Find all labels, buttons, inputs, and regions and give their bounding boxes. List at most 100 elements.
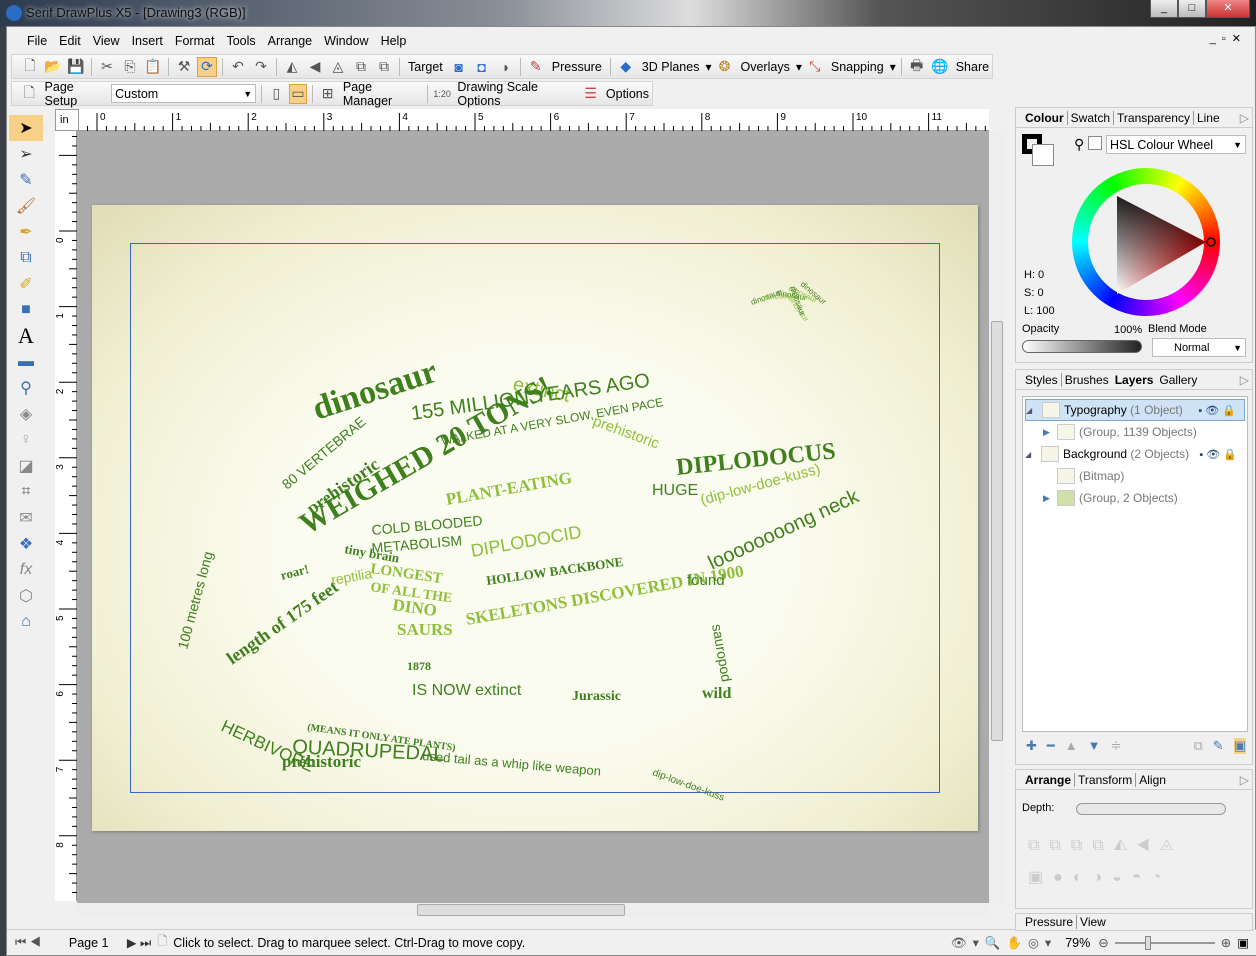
tab-view[interactable]: View	[1077, 915, 1109, 929]
tab-layers[interactable]: Layers	[1112, 373, 1157, 387]
transparency-tool-icon[interactable]: ♀	[9, 427, 43, 453]
horizontal-scroll-thumb[interactable]	[417, 904, 625, 916]
brush-tool-icon[interactable]: 🖌	[9, 193, 43, 219]
fill-colour-swatch[interactable]	[1032, 144, 1054, 166]
send-back-icon[interactable]: ⧉	[374, 57, 394, 77]
colour-mode-select[interactable]: HSL Colour Wheel ▼	[1106, 135, 1246, 154]
edit-layer-icon[interactable]: ✎	[1213, 738, 1224, 754]
crop-tool-icon[interactable]: ⌗	[9, 479, 43, 505]
zoom-slider[interactable]	[1114, 935, 1215, 950]
page-manager-button[interactable]: Page Manager	[340, 80, 422, 108]
delete-layer-icon[interactable]: ━	[1047, 738, 1055, 754]
move-down-icon[interactable]: ▼	[1088, 738, 1101, 754]
menu-edit[interactable]: Edit	[53, 30, 87, 52]
page-size-select[interactable]: Custom ▼	[111, 84, 257, 103]
panel-menu-icon[interactable]: ▷	[1237, 111, 1252, 125]
tab-pressure[interactable]: Pressure	[1022, 915, 1078, 929]
move-up-icon[interactable]: ▲	[1065, 738, 1078, 754]
next-page-icon[interactable]: ▶ ⏭	[121, 935, 157, 951]
redo-icon[interactable]: ↷	[251, 57, 271, 77]
blend-mode-select[interactable]: Normal ▼	[1152, 338, 1246, 357]
menu-help[interactable]: Help	[375, 30, 413, 52]
menu-insert[interactable]: Insert	[126, 30, 169, 52]
vertical-scrollbar[interactable]	[989, 131, 1005, 903]
pen-tool-icon[interactable]: ✒	[9, 219, 43, 245]
pressure-icon[interactable]: ✎	[526, 57, 546, 77]
menu-tools[interactable]: Tools	[220, 30, 261, 52]
edit-all-layers-icon[interactable]: ▣	[1233, 738, 1246, 754]
layer-background[interactable]: ◢ Background (2 Objects) ▪ 👁 🔒	[1025, 443, 1245, 465]
menu-format[interactable]: Format	[169, 30, 221, 52]
page[interactable]: dinosaur extinct prehistoric 155 MILLION YE…	[92, 205, 978, 831]
flip-horizontal-icon[interactable]: ◀	[305, 57, 325, 77]
menu-file[interactable]: File	[21, 30, 53, 52]
page-manager-icon[interactable]: ⊞	[318, 84, 337, 104]
depth-slider[interactable]	[1076, 803, 1226, 815]
tab-brushes[interactable]: Brushes	[1062, 373, 1112, 387]
paste-icon[interactable]: 📋	[143, 57, 163, 77]
snapping-icon[interactable]: ⤡	[805, 57, 825, 77]
3d-planes-button[interactable]: 3D Planes	[639, 60, 703, 74]
print-icon[interactable]: 🖶	[907, 57, 927, 77]
share-button[interactable]: Share	[953, 60, 992, 74]
vertical-scroll-thumb[interactable]	[991, 321, 1003, 741]
3d-tool-icon[interactable]: ⬡	[9, 583, 43, 609]
layer-typography[interactable]: ◢ Typography (1 Object) ▪ 👁 🔒	[1025, 399, 1245, 421]
target-add-icon[interactable]: ◙	[449, 57, 469, 77]
format-painter-icon[interactable]: ⚒	[174, 57, 194, 77]
copy-icon[interactable]: ⎘	[120, 57, 140, 77]
drawing-scale-icon[interactable]: 1:20	[433, 84, 452, 104]
page-setup-button[interactable]: Page Setup	[42, 80, 109, 108]
view-tools-icons[interactable]: 👁▾🔍✋◎▾	[951, 935, 1057, 951]
options-button[interactable]: Options	[603, 87, 652, 101]
tab-arrange[interactable]: Arrange	[1022, 772, 1076, 787]
target-intersect-icon[interactable]: ◑	[495, 57, 515, 77]
pencil-tool-icon[interactable]: ✎	[9, 167, 43, 193]
drawing-scale-button[interactable]: Drawing Scale Options	[454, 80, 578, 108]
fx-tool-icon[interactable]: fx	[9, 557, 43, 583]
page-setup-icon[interactable]: 🗋	[20, 84, 39, 104]
eyedropper-icon[interactable]: ⚲	[1074, 136, 1084, 153]
page-fit-icon[interactable]: ▣	[1237, 935, 1256, 950]
overlays-button[interactable]: Overlays	[738, 60, 793, 74]
refresh-icon[interactable]: ⟳	[197, 56, 217, 77]
cut-icon[interactable]: ✂	[97, 57, 117, 77]
undo-icon[interactable]: ↶	[228, 57, 248, 77]
tab-styles[interactable]: Styles	[1022, 372, 1062, 387]
menu-window[interactable]: Window	[318, 30, 374, 52]
panel-menu-icon[interactable]: ▷	[1237, 373, 1252, 387]
bring-front-icon[interactable]: ⧉	[351, 57, 371, 77]
minimize-button[interactable]: _	[1150, 0, 1178, 18]
options-icon[interactable]: ☰	[581, 84, 600, 104]
document-window-controls[interactable]: _▫✕	[1210, 32, 1247, 45]
eyedropper-tool-icon[interactable]: ⚲	[9, 375, 43, 401]
layer-bitmap[interactable]: (Bitmap)	[1025, 465, 1245, 487]
first-page-icon[interactable]: ⏮ ◀	[7, 935, 49, 950]
tab-transform[interactable]: Transform	[1075, 772, 1137, 787]
tab-line[interactable]: Line	[1194, 111, 1223, 125]
vertical-ruler[interactable]: 0123456789	[55, 131, 77, 923]
zoom-level[interactable]: 79%	[1057, 936, 1098, 950]
connector-tool-icon[interactable]: ⧉	[9, 245, 43, 271]
open-icon[interactable]: 📂	[43, 57, 63, 77]
menu-view[interactable]: View	[87, 30, 126, 52]
merge-icon[interactable]: ≑	[1110, 738, 1121, 754]
layer-visibility-icons[interactable]: ▪ 👁 🔒	[1199, 448, 1237, 461]
tab-align[interactable]: Align	[1136, 773, 1169, 787]
overlays-icon[interactable]: ❂	[715, 57, 735, 77]
layer-properties-icon[interactable]: ⧉	[1194, 738, 1203, 754]
zoom-in-icon[interactable]: ⊕	[1221, 935, 1237, 950]
dimension-tool-icon[interactable]: ⌂	[9, 609, 43, 635]
share-icon[interactable]: 🌐	[930, 57, 950, 77]
horizontal-ruler[interactable]: 0 1 2 3 4 5 6 7 8 9 10 11	[77, 109, 996, 131]
fill-tool-icon[interactable]: ◈	[9, 401, 43, 427]
tab-transparency[interactable]: Transparency	[1114, 110, 1194, 125]
layer-group[interactable]: ▶ (Group, 2 Objects)	[1025, 487, 1245, 509]
target-subtract-icon[interactable]: ◘	[472, 57, 492, 77]
rotate-icon[interactable]: ◬	[328, 57, 348, 77]
tab-swatch[interactable]: Swatch	[1068, 110, 1115, 125]
layer-group[interactable]: ▶ (Group, 1139 Objects)	[1025, 421, 1245, 443]
arrange-buttons[interactable]: ⧉⧉⧉⧉◭◀◬ ▣●◐◑◒◓◔	[1028, 830, 1248, 894]
save-icon[interactable]: 💾	[66, 57, 86, 77]
zoom-out-icon[interactable]: ⊖	[1098, 935, 1108, 950]
